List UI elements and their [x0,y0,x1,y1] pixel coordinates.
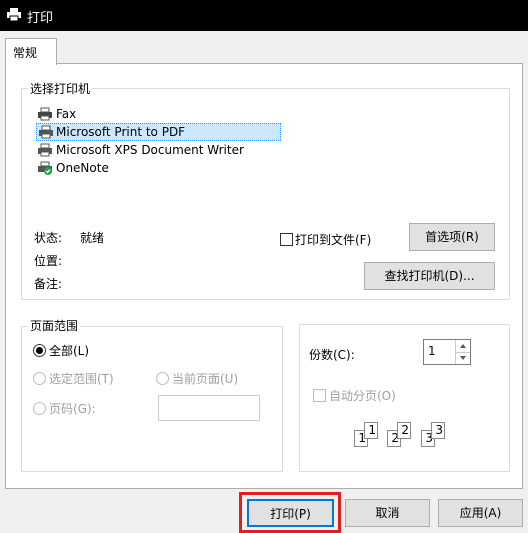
all-pages-label: 全部(L) [49,344,90,358]
page-icon: 1 [364,422,378,439]
tab-label: 常规 [13,46,38,60]
print-button[interactable]: 打印(P) [247,499,334,527]
pages-label: 页码(G): [49,402,96,416]
collate-checkbox[interactable] [313,389,326,402]
selection-radio[interactable] [33,372,46,385]
button-label: 查找打印机(D)... [384,269,475,283]
fax-icon [38,107,52,121]
title-bar: 打印 [0,0,528,31]
cancel-button[interactable]: 取消 [345,499,430,527]
page-icon: 2 [397,422,411,439]
button-label: 打印(P) [270,507,311,521]
copies-down-arrow[interactable] [455,352,470,364]
printer-icon [39,125,53,139]
copies-input[interactable]: 1 [423,339,471,365]
status-value: 就绪 [80,231,105,245]
preferences-button[interactable]: 首选项(R) [409,223,495,251]
printer-group-label: 选择打印机 [28,80,93,97]
print-to-file-checkbox[interactable] [280,233,293,246]
selection-label: 选定范围(T) [49,372,114,386]
print-to-file-label: 打印到文件(F) [295,233,372,247]
collate-label: 自动分页(O) [329,389,396,403]
pages-input[interactable] [158,395,260,421]
chevron-up-icon [460,344,466,348]
copies-label: 份数(C): [309,348,355,362]
printer-item-fax[interactable]: Fax [37,106,237,122]
current-page-radio[interactable] [156,372,169,385]
printer-name: Microsoft XPS Document Writer [56,143,244,157]
printer-name: Microsoft Print to PDF [56,125,186,139]
location-label: 位置: [34,254,63,268]
chevron-down-icon [460,356,466,360]
window-title: 打印 [27,11,54,26]
pages-radio[interactable] [33,402,46,415]
all-pages-radio[interactable] [33,344,46,357]
current-page-label: 当前页面(U) [172,372,239,386]
printer-item-pdf[interactable]: Microsoft Print to PDF [36,123,281,141]
find-printer-button[interactable]: 查找打印机(D)... [364,262,495,290]
page-range-label: 页面范围 [28,317,81,334]
printer-icon [38,143,52,157]
button-label: 取消 [375,506,400,520]
onenote-printer-icon [38,161,52,175]
apply-button[interactable]: 应用(A) [438,499,523,527]
printer-name: OneNote [56,161,109,175]
printer-list[interactable]: Fax Microsoft Print to PDF Microsoft XPS… [36,106,287,186]
printer-item-xps[interactable]: Microsoft XPS Document Writer [37,142,257,158]
printer-item-onenote[interactable]: OneNote [37,160,237,176]
page-icon: 3 [431,422,445,439]
copies-value: 1 [428,344,436,358]
button-label: 应用(A) [459,506,502,520]
tab-general[interactable]: 常规 [5,38,57,65]
status-label: 状态: [34,231,63,245]
button-label: 首选项(R) [425,230,479,244]
printer-icon [7,8,21,21]
printer-name: Fax [56,107,77,121]
comment-label: 备注: [34,277,63,291]
collate-illustration: 1 1 2 2 3 3 [354,418,454,452]
